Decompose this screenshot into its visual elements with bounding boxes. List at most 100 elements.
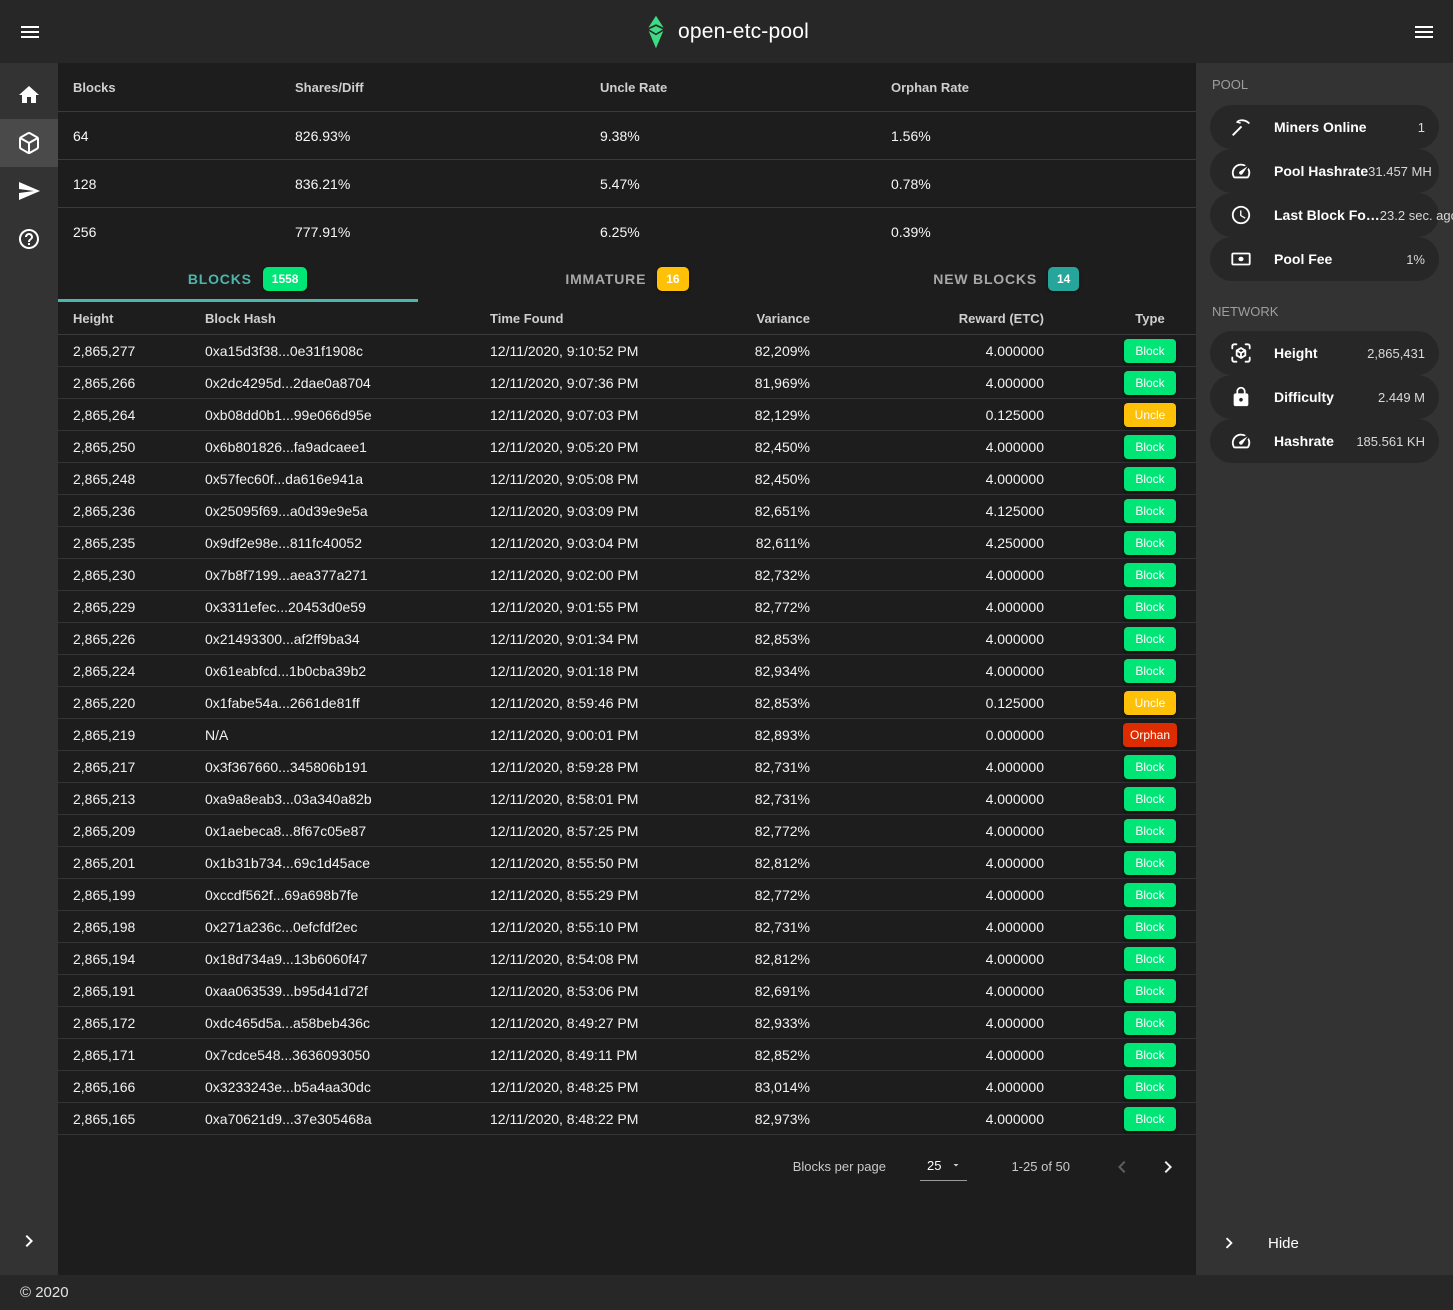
- per-page-select[interactable]: 25: [920, 1153, 967, 1181]
- block-height: 2,865,236: [58, 503, 205, 519]
- menu-icon[interactable]: [1412, 20, 1436, 44]
- block-time: 12/11/2020, 8:57:25 PM: [490, 823, 730, 839]
- gauge-icon: [1230, 430, 1252, 452]
- gauge-icon: [1230, 160, 1252, 182]
- cube-scan-icon: [1230, 342, 1252, 364]
- table-row: 2,865,2660x2dc4295d...2dae0a870412/11/20…: [58, 367, 1196, 399]
- block-height: 2,865,201: [58, 855, 205, 871]
- block-height: 2,865,171: [58, 1047, 205, 1063]
- block-time: 12/11/2020, 8:54:08 PM: [490, 951, 730, 967]
- block-time: 12/11/2020, 9:07:03 PM: [490, 407, 730, 423]
- block-time: 12/11/2020, 8:53:06 PM: [490, 983, 730, 999]
- block-type-cell: Block: [1044, 339, 1196, 363]
- block-variance: 82,853%: [730, 695, 810, 711]
- stat-label: Difficulty: [1274, 389, 1334, 405]
- chevron-right-icon: [17, 1229, 41, 1253]
- col-header: Shares/Diff: [295, 80, 600, 95]
- chevron-right-icon[interactable]: [1156, 1155, 1180, 1179]
- stat-label: Hashrate: [1274, 433, 1334, 449]
- block-hash: 0x57fec60f...da616e941a: [205, 471, 490, 487]
- pool-section-title: POOL: [1212, 77, 1453, 92]
- table-row: 2,865,2090x1aebeca8...8f67c05e8712/11/20…: [58, 815, 1196, 847]
- block-type-cell: Uncle: [1044, 403, 1196, 427]
- block-reward: 4.250000: [810, 535, 1044, 551]
- block-height: 2,865,199: [58, 887, 205, 903]
- table-row: 2,865,2290x3311efec...20453d0e5912/11/20…: [58, 591, 1196, 623]
- tab-blocks[interactable]: BLOCKS1558: [58, 256, 437, 302]
- block-reward: 4.125000: [810, 503, 1044, 519]
- block-variance: 82,731%: [730, 759, 810, 775]
- tab-new-blocks[interactable]: NEW BLOCKS14: [817, 256, 1196, 302]
- block-hash: 0xa15d3f38...0e31f1908c: [205, 343, 490, 359]
- block-type-chip: Block: [1124, 371, 1176, 395]
- stat-label: Miners Online: [1274, 119, 1367, 135]
- active-tab-indicator: [58, 299, 418, 302]
- block-height: 2,865,165: [58, 1111, 205, 1127]
- chevron-left-icon[interactable]: [1110, 1155, 1134, 1179]
- luck-cell: 0.78%: [891, 176, 1196, 192]
- tab-immature[interactable]: IMMATURE16: [437, 256, 816, 302]
- pool-stat-miners-online: Miners Online 1: [1210, 105, 1439, 149]
- sidebar-item-payments[interactable]: [0, 167, 58, 215]
- block-time: 12/11/2020, 8:49:11 PM: [490, 1047, 730, 1063]
- block-type-cell: Block: [1044, 435, 1196, 459]
- table-row: 2,865,2130xa9a8eab3...03a340a82b12/11/20…: [58, 783, 1196, 815]
- luck-cell: 5.47%: [600, 176, 891, 192]
- blocks-table-body: 2,865,2770xa15d3f38...0e31f1908c12/11/20…: [58, 335, 1196, 1135]
- block-hash: 0xccdf562f...69a698b7fe: [205, 887, 490, 903]
- app-title: open-etc-pool: [678, 20, 809, 44]
- pool-stat-last-block-fo-: Last Block Fo…23.2 sec. ago: [1210, 193, 1439, 237]
- block-type-cell: Block: [1044, 531, 1196, 555]
- sidebar-item-help[interactable]: [0, 215, 58, 263]
- luck-cell: 777.91%: [295, 224, 600, 240]
- block-time: 12/11/2020, 9:03:09 PM: [490, 503, 730, 519]
- block-time: 12/11/2020, 9:05:08 PM: [490, 471, 730, 487]
- stat-value: 185.561 KH: [1356, 434, 1425, 449]
- stat-value: 1: [1418, 120, 1425, 135]
- block-height: 2,865,226: [58, 631, 205, 647]
- left-nav-rail: [0, 63, 58, 1275]
- block-reward: 4.000000: [810, 791, 1044, 807]
- block-type-cell: Block: [1044, 371, 1196, 395]
- block-type-cell: Block: [1044, 755, 1196, 779]
- block-type-chip: Block: [1124, 467, 1176, 491]
- per-page-value: 25: [927, 1158, 941, 1173]
- block-variance: 82,852%: [730, 1047, 810, 1063]
- stat-label: Pool Hashrate: [1274, 163, 1368, 179]
- block-type-chip: Block: [1124, 435, 1176, 459]
- menu-icon[interactable]: [18, 20, 42, 44]
- block-height: 2,865,229: [58, 599, 205, 615]
- block-variance: 82,731%: [730, 919, 810, 935]
- block-hash: 0x9df2e98e...811fc40052: [205, 535, 490, 551]
- block-variance: 82,772%: [730, 599, 810, 615]
- sidebar-item-blocks[interactable]: [0, 119, 58, 167]
- block-type-cell: Block: [1044, 1043, 1196, 1067]
- block-reward: 0.125000: [810, 407, 1044, 423]
- col-header: Time Found: [490, 311, 730, 326]
- block-height: 2,865,250: [58, 439, 205, 455]
- col-header: Block Hash: [205, 311, 490, 326]
- copyright-text: © 2020: [20, 1284, 69, 1301]
- table-row: 2,865,1910xaa063539...b95d41d72f12/11/20…: [58, 975, 1196, 1007]
- table-row: 2,865,1980x271a236c...0efcfdf2ec12/11/20…: [58, 911, 1196, 943]
- tab-label: BLOCKS: [188, 271, 252, 287]
- block-time: 12/11/2020, 9:01:18 PM: [490, 663, 730, 679]
- block-hash: 0xa9a8eab3...03a340a82b: [205, 791, 490, 807]
- per-page-label: Blocks per page: [793, 1159, 886, 1174]
- block-height: 2,865,191: [58, 983, 205, 999]
- sidebar-item-home[interactable]: [0, 71, 58, 119]
- block-hash: 0x271a236c...0efcfdf2ec: [205, 919, 490, 935]
- luck-table-row: 128836.21%5.47%0.78%: [58, 160, 1196, 208]
- block-type-cell: Block: [1044, 851, 1196, 875]
- luck-cell: 256: [73, 224, 295, 240]
- luck-cell: 6.25%: [600, 224, 891, 240]
- block-reward: 0.125000: [810, 695, 1044, 711]
- col-header: Height: [58, 311, 205, 326]
- etc-logo-icon: [644, 14, 667, 50]
- block-type-cell: Block: [1044, 787, 1196, 811]
- block-time: 12/11/2020, 8:55:10 PM: [490, 919, 730, 935]
- hide-panel-button[interactable]: Hide: [1196, 1219, 1453, 1267]
- expand-nav-button[interactable]: [0, 1217, 58, 1265]
- block-time: 12/11/2020, 8:59:46 PM: [490, 695, 730, 711]
- block-hash: 0x7b8f7199...aea377a271: [205, 567, 490, 583]
